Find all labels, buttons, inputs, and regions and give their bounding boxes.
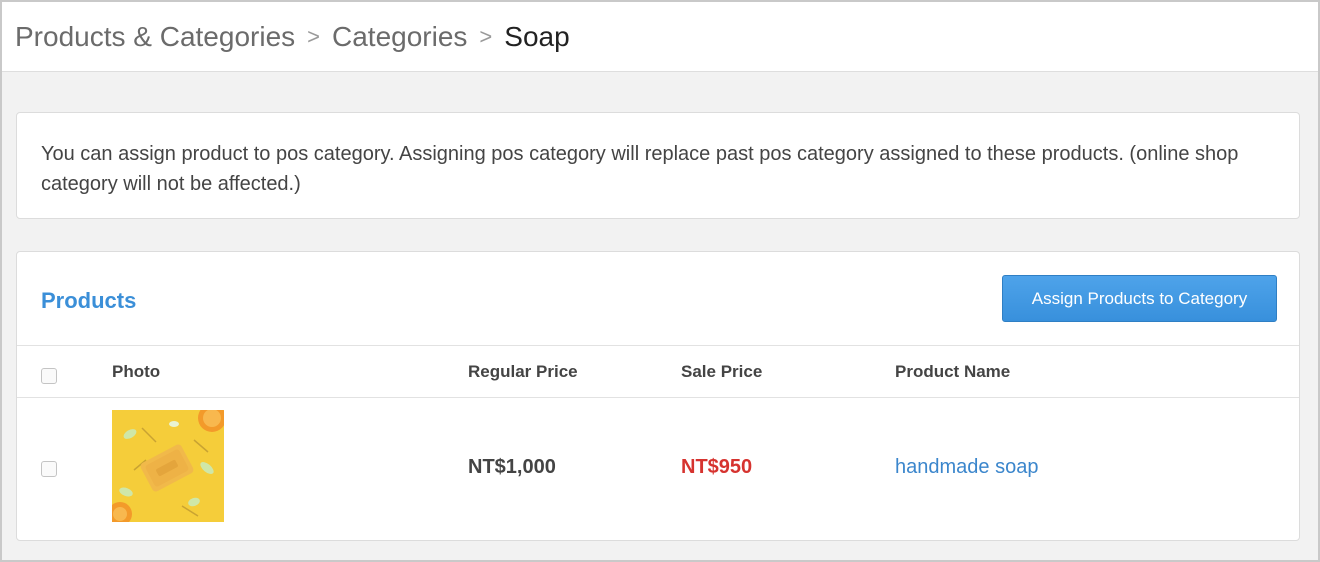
products-panel: Products Assign Products to Category Pho…	[16, 251, 1300, 541]
breadcrumb: Products & Categories > Categories > Soa…	[2, 2, 1318, 72]
chevron-right-icon: >	[479, 23, 493, 49]
notice-text: You can assign product to pos category. …	[41, 143, 1239, 195]
breadcrumb-item-categories[interactable]: Categories	[332, 21, 467, 53]
sale-price: NT$950	[681, 456, 753, 478]
page-frame: Products & Categories > Categories > Soa…	[0, 0, 1320, 562]
row-checkbox[interactable]	[41, 461, 57, 477]
regular-price: NT$1,000	[468, 456, 556, 478]
soap-product-image	[112, 410, 224, 522]
select-all-checkbox[interactable]	[41, 368, 57, 384]
column-header-sale-price: Sale Price	[681, 362, 763, 381]
product-photo[interactable]	[112, 410, 224, 522]
product-name-link[interactable]: handmade soap	[895, 456, 1038, 479]
table-header: Photo Regular Price Sale Price Product N…	[17, 346, 1299, 398]
products-header: Products Assign Products to Category	[17, 252, 1299, 346]
assign-products-button[interactable]: Assign Products to Category	[1002, 275, 1277, 322]
products-title: Products	[41, 288, 137, 313]
table-row: NT$1,000 NT$950 handmade soap	[17, 398, 1299, 538]
column-header-regular-price: Regular Price	[468, 362, 578, 381]
chevron-right-icon: >	[307, 23, 320, 49]
column-header-photo: Photo	[112, 362, 161, 381]
column-header-product-name: Product Name	[895, 362, 1011, 381]
breadcrumb-item-products-categories[interactable]: Products & Categories	[15, 21, 295, 53]
info-notice: You can assign product to pos category. …	[16, 112, 1300, 219]
breadcrumb-current: Soap	[504, 20, 570, 52]
